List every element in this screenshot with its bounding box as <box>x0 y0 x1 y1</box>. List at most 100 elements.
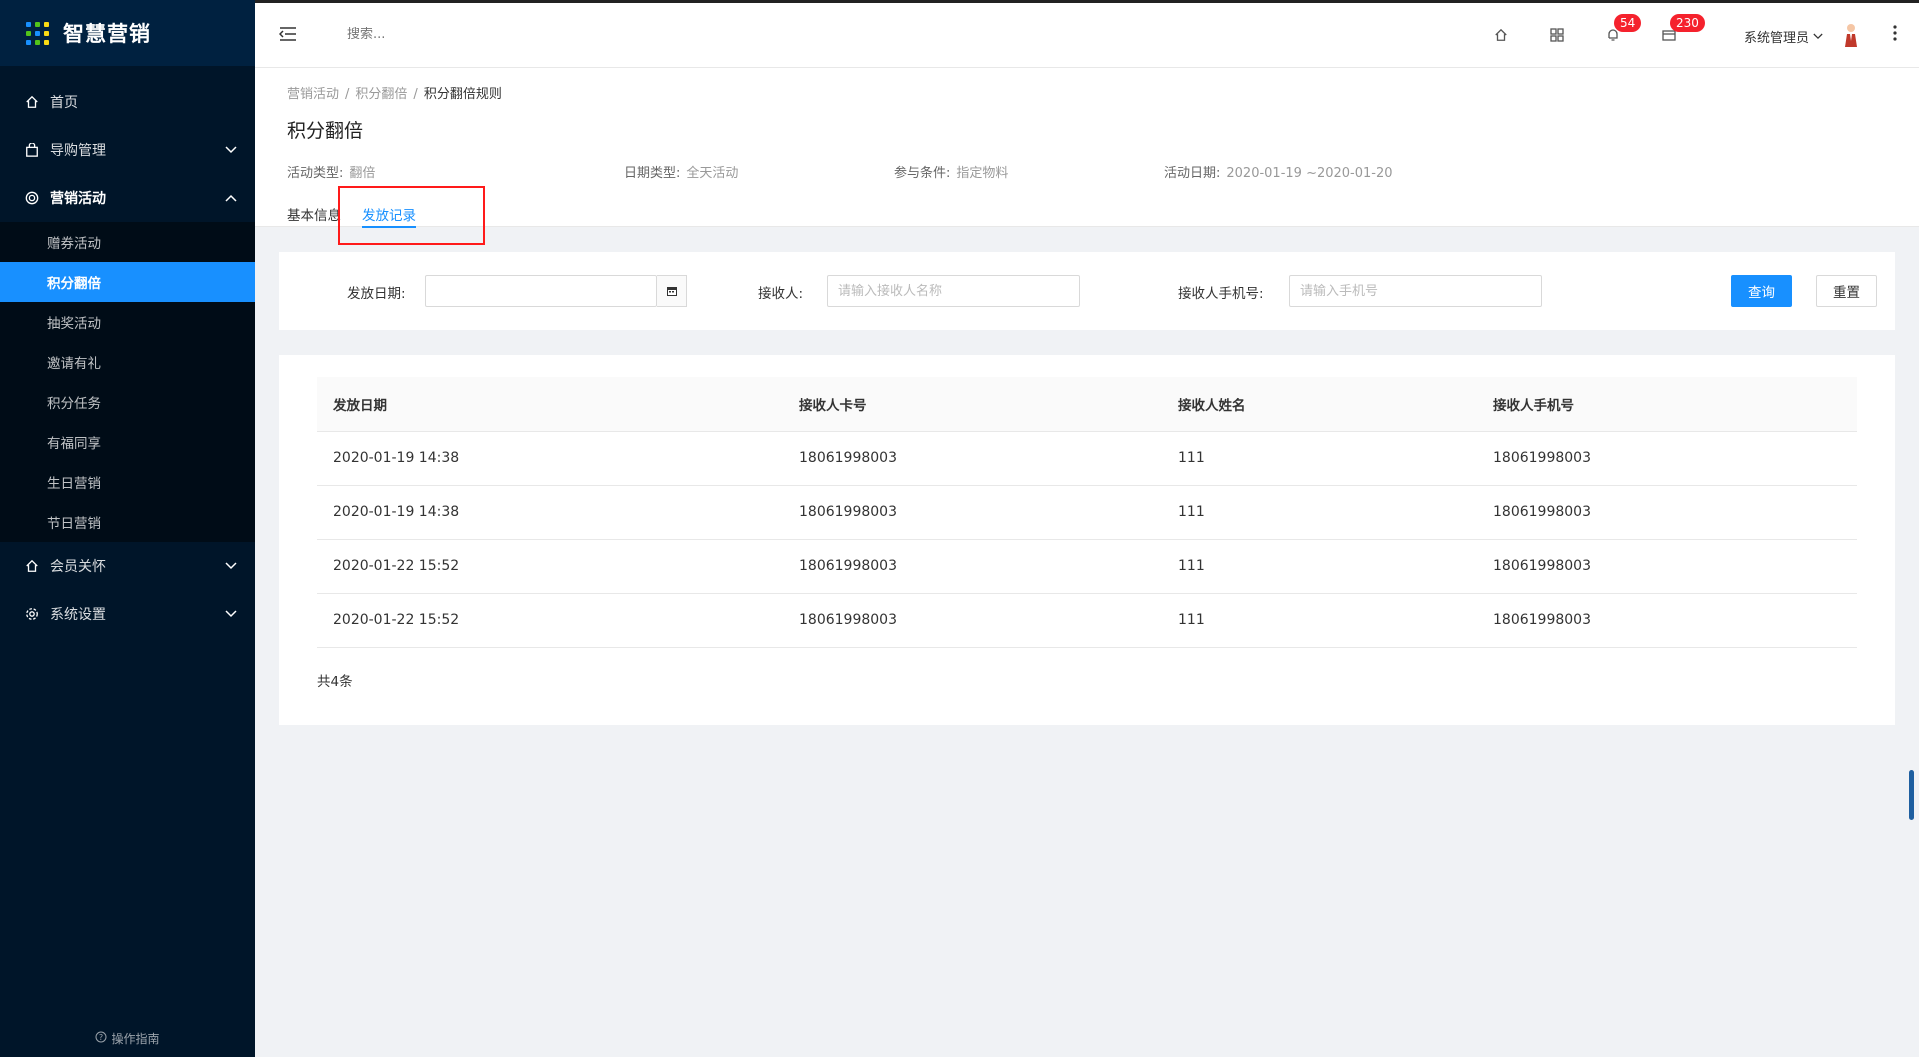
page-title: 积分翻倍 <box>287 120 364 142</box>
guide-link[interactable]: ? 操作指南 <box>0 1030 255 1047</box>
phone-input[interactable] <box>1289 275 1542 307</box>
home-icon <box>24 94 40 110</box>
column-header: 接收人手机号 <box>1477 377 1857 432</box>
sidebar-item-marketing[interactable]: 营销活动 <box>0 174 255 222</box>
chevron-up-icon <box>225 190 237 206</box>
chevron-down-icon <box>1813 29 1823 44</box>
sidebar-item-label: 导购管理 <box>50 143 106 159</box>
sidebar-item-label: 会员关怀 <box>50 559 106 575</box>
total-count: 共4条 <box>317 674 353 690</box>
message-badge: 230 <box>1670 14 1705 32</box>
receiver-input[interactable] <box>827 275 1080 307</box>
table-row: 2020-01-19 14:38 18061998003 111 1806199… <box>317 485 1857 540</box>
cell-phone: 18061998003 <box>1477 431 1857 486</box>
meta-activity-date: 活动日期: 2020-01-19 ~2020-01-20 <box>1164 166 1393 181</box>
help-icon: ? <box>95 1031 107 1046</box>
meta-condition: 参与条件: 指定物料 <box>894 166 1009 181</box>
menu-toggle-icon[interactable] <box>278 26 297 46</box>
sidebar-item-points-task[interactable]: 积分任务 <box>0 382 255 422</box>
sidebar-menu: 首页 导购管理 营销活动 赠券活动 积分翻倍 抽奖活动 邀请有礼 积分任务 有福… <box>0 66 255 638</box>
cell-name: 111 <box>1162 431 1477 486</box>
apps-grid-icon <box>26 21 49 45</box>
target-icon <box>24 190 40 206</box>
breadcrumb-item[interactable]: 营销活动 <box>287 87 339 102</box>
svg-text:?: ? <box>99 1033 103 1042</box>
filter-panel: 发放日期: 接收人: 接收人手机号: 查询 重置 <box>279 252 1895 330</box>
sidebar: 智慧营销 首页 导购管理 营销活动 赠券活动 积分翻倍 抽奖活动 邀请有礼 积分… <box>0 0 255 1057</box>
sidebar-item-label: 首页 <box>50 95 78 111</box>
calendar-icon[interactable] <box>657 275 687 307</box>
notify-badge: 54 <box>1614 14 1642 32</box>
cell-name: 111 <box>1162 485 1477 540</box>
avatar[interactable] <box>1843 23 1859 51</box>
chevron-down-icon <box>225 142 237 158</box>
table-row: 2020-01-22 15:52 18061998003 111 1806199… <box>317 593 1857 648</box>
sidebar-item-points-double[interactable]: 积分翻倍 <box>0 262 255 302</box>
column-header: 接收人姓名 <box>1162 377 1477 432</box>
cell-card-no: 18061998003 <box>783 485 1162 540</box>
chevron-down-icon <box>225 606 237 622</box>
sidebar-item-guide-management[interactable]: 导购管理 <box>0 126 255 174</box>
message-icon[interactable]: 230 <box>1660 14 1705 44</box>
meta-activity-type: 活动类型: 翻倍 <box>287 166 376 181</box>
query-button[interactable]: 查询 <box>1731 275 1792 307</box>
issue-date-input[interactable] <box>425 275 657 307</box>
cell-name: 111 <box>1162 539 1477 594</box>
home-icon <box>24 558 40 574</box>
cell-issue-date: 2020-01-19 14:38 <box>317 485 783 540</box>
tab-basic-info[interactable]: 基本信息 <box>287 204 341 224</box>
cell-phone: 18061998003 <box>1477 593 1857 648</box>
highlight-annotation <box>338 186 485 245</box>
logo[interactable]: 智慧营销 <box>0 0 255 66</box>
sidebar-item-label: 系统设置 <box>50 607 106 623</box>
table-header-row: 发放日期 接收人卡号 接收人姓名 接收人手机号 <box>317 377 1857 432</box>
column-header: 发放日期 <box>317 377 783 432</box>
table-row: 2020-01-22 15:52 18061998003 111 1806199… <box>317 539 1857 594</box>
bell-icon[interactable]: 54 <box>1604 14 1642 44</box>
chevron-down-icon <box>225 558 237 574</box>
cell-phone: 18061998003 <box>1477 485 1857 540</box>
sidebar-item-member-care[interactable]: 会员关怀 <box>0 542 255 590</box>
page-header: 营销活动 / 积分翻倍 / 积分翻倍规则 积分翻倍 活动类型: 翻倍 日期类型: 全天活动 … <box>255 68 1919 228</box>
cell-card-no: 18061998003 <box>783 539 1162 594</box>
bag-icon <box>24 142 40 158</box>
sidebar-item-label: 营销活动 <box>50 191 106 207</box>
user-menu[interactable]: 系统管理员 <box>1744 27 1823 46</box>
sidebar-item-share[interactable]: 有福同享 <box>0 422 255 462</box>
gear-icon <box>24 606 40 622</box>
cell-issue-date: 2020-01-22 15:52 <box>317 593 783 648</box>
breadcrumb-current: 积分翻倍规则 <box>423 87 502 102</box>
search-input[interactable] <box>347 27 587 42</box>
column-header: 接收人卡号 <box>783 377 1162 432</box>
issue-date-label: 发放日期: <box>347 286 406 302</box>
sidebar-item-holiday[interactable]: 节日营销 <box>0 502 255 542</box>
sidebar-item-invite[interactable]: 邀请有礼 <box>0 342 255 382</box>
guide-label: 操作指南 <box>111 1032 160 1046</box>
breadcrumb: 营销活动 / 积分翻倍 / 积分翻倍规则 <box>287 87 502 102</box>
sidebar-item-coupon[interactable]: 赠券活动 <box>0 222 255 262</box>
sidebar-item-settings[interactable]: 系统设置 <box>0 590 255 638</box>
table-row: 2020-01-19 14:38 18061998003 111 1806199… <box>317 431 1857 486</box>
cell-card-no: 18061998003 <box>783 593 1162 648</box>
sidebar-item-home[interactable]: 首页 <box>0 78 255 126</box>
more-vertical-icon[interactable] <box>1893 25 1897 45</box>
records-panel: 发放日期 接收人卡号 接收人姓名 接收人手机号 2020-01-19 14:38… <box>279 355 1895 725</box>
scrollbar-thumb[interactable] <box>1909 770 1914 820</box>
breadcrumb-item[interactable]: 积分翻倍 <box>355 87 407 102</box>
user-name: 系统管理员 <box>1744 31 1810 46</box>
cell-name: 111 <box>1162 593 1477 648</box>
cell-phone: 18061998003 <box>1477 539 1857 594</box>
receiver-label: 接收人: <box>758 286 804 302</box>
reset-button[interactable]: 重置 <box>1816 275 1877 307</box>
sidebar-item-lottery[interactable]: 抽奖活动 <box>0 302 255 342</box>
marketing-submenu: 赠券活动 积分翻倍 抽奖活动 邀请有礼 积分任务 有福同享 生日营销 节日营销 <box>0 222 255 542</box>
meta-date-type: 日期类型: 全天活动 <box>624 166 739 181</box>
home-icon[interactable] <box>1492 26 1510 44</box>
cell-card-no: 18061998003 <box>783 431 1162 486</box>
apps-icon[interactable] <box>1548 26 1566 44</box>
cell-issue-date: 2020-01-19 14:38 <box>317 431 783 486</box>
sidebar-item-birthday[interactable]: 生日营销 <box>0 462 255 502</box>
top-header: 54 230 系统管理员 <box>255 0 1919 68</box>
app-title: 智慧营销 <box>63 22 151 46</box>
records-table: 发放日期 接收人卡号 接收人姓名 接收人手机号 2020-01-19 14:38… <box>317 377 1857 648</box>
